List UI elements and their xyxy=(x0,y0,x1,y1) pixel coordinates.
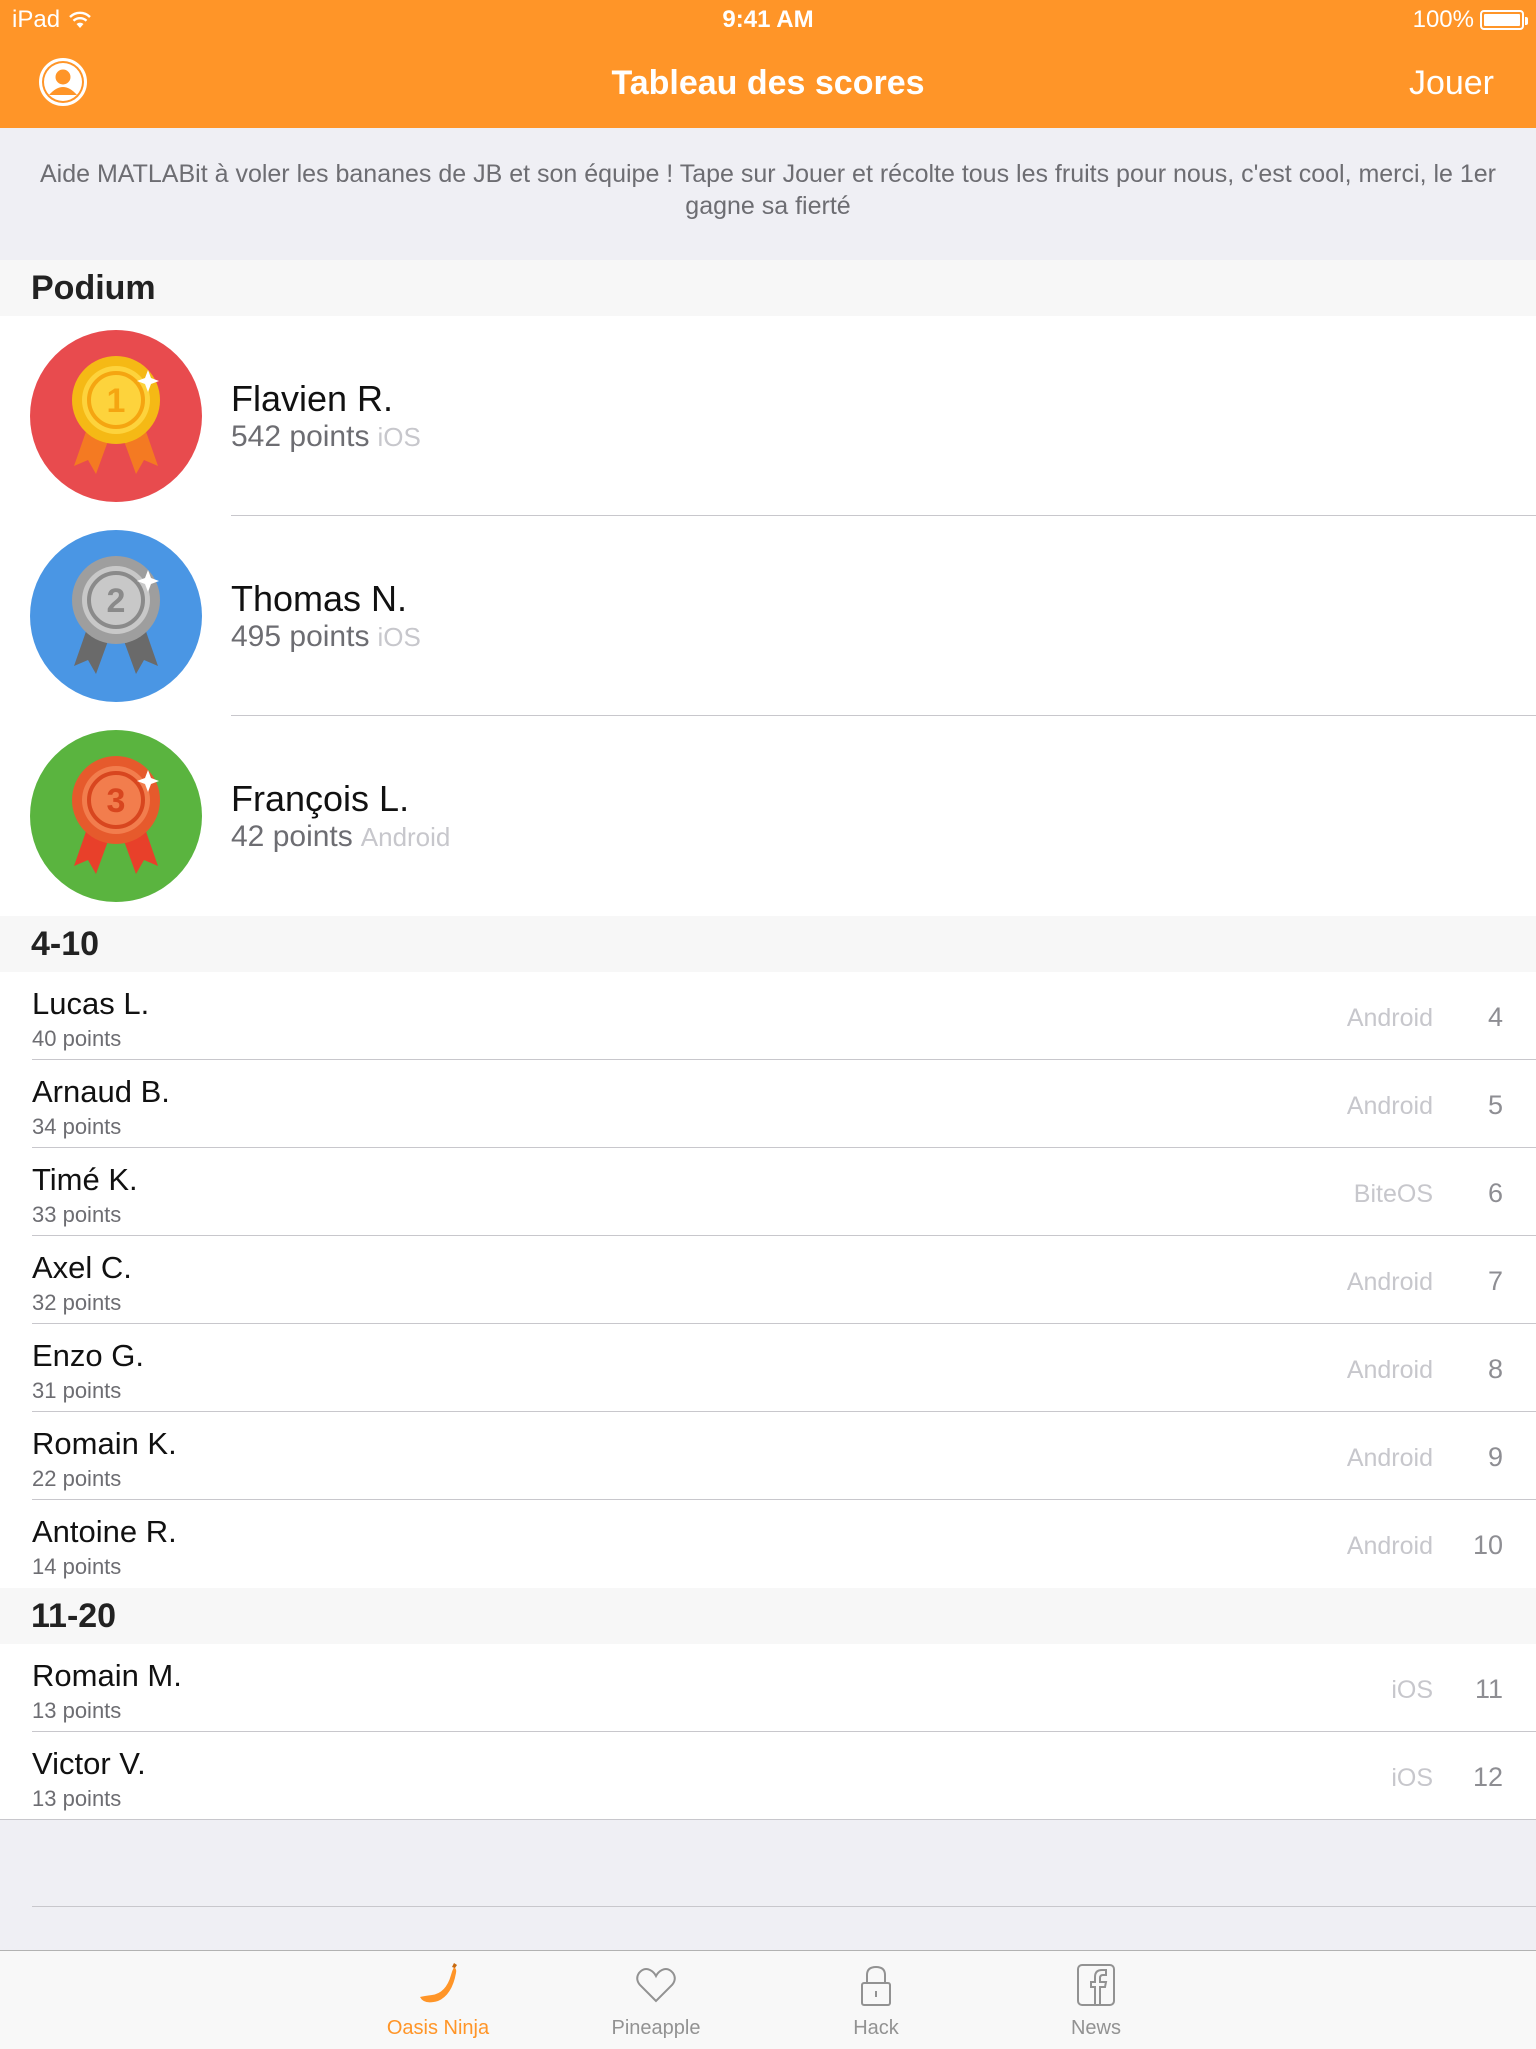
table-row[interactable]: Victor V. 13 points iOS 12 xyxy=(0,1732,1536,1820)
tab-bar: Oasis Ninja Pineapple Hack News xyxy=(0,1950,1536,2049)
navigation-header: iPad 9:41 AM 100% Tableau des scores Jou… xyxy=(0,0,1536,128)
ranking-list-11-20: Romain M. 13 points iOS 11 Victor V. 13 … xyxy=(0,1644,1536,1820)
player-platform: Android xyxy=(1346,1532,1433,1560)
podium-row-3[interactable]: 3 François L. 42 points Android xyxy=(0,716,1536,916)
svg-text:1: 1 xyxy=(107,382,126,420)
player-name: Flavien R. xyxy=(231,378,394,419)
player-rank: 6 xyxy=(1487,1178,1503,1208)
player-rank: 12 xyxy=(1472,1762,1503,1792)
banana-icon xyxy=(420,1963,457,2003)
player-points: 14 points xyxy=(32,1554,122,1579)
player-rank: 4 xyxy=(1487,1002,1503,1032)
silver-medal-icon: 2 xyxy=(30,530,202,702)
podium-list: 1 Flavien R. 542 points iOS 2 Thomas N. 4… xyxy=(0,316,1536,916)
player-rank: 7 xyxy=(1487,1266,1503,1296)
row-divider xyxy=(0,1819,1536,1820)
play-button[interactable]: Jouer xyxy=(1409,64,1494,103)
player-rank: 5 xyxy=(1487,1090,1503,1120)
player-name: Thomas N. xyxy=(231,578,408,619)
player-name: Lucas L. xyxy=(32,986,150,1021)
tab-hack[interactable]: Hack xyxy=(776,1951,976,2049)
battery-icon xyxy=(1480,10,1528,30)
player-points: 13 points xyxy=(32,1698,122,1723)
player-points: 542 points xyxy=(231,420,370,453)
player-name: Antoine R. xyxy=(32,1514,177,1549)
player-platform: Android xyxy=(1346,1444,1433,1472)
player-points-line: 542 points iOS xyxy=(231,420,421,454)
player-name: François L. xyxy=(231,778,410,819)
player-name: Timé K. xyxy=(32,1162,138,1197)
player-name: Enzo G. xyxy=(32,1338,144,1373)
gold-medal-icon: 1 xyxy=(30,330,202,502)
player-points: 33 points xyxy=(32,1202,122,1227)
svg-text:3: 3 xyxy=(107,782,126,820)
player-points: 22 points xyxy=(32,1466,122,1491)
player-points-line: 42 points Android xyxy=(231,820,450,854)
ranking-list-4-10: Lucas L. 40 points Android 4 Arnaud B. 3… xyxy=(0,972,1536,1588)
player-platform: Android xyxy=(1346,1356,1433,1384)
table-row[interactable]: Romain K. 22 points Android 9 xyxy=(0,1412,1536,1500)
table-row[interactable]: Axel C. 32 points Android 7 xyxy=(0,1236,1536,1324)
player-name: Romain M. xyxy=(32,1658,182,1693)
player-name: Arnaud B. xyxy=(32,1074,170,1109)
table-row[interactable]: Antoine R. 14 points Android 10 xyxy=(0,1500,1536,1588)
table-row[interactable]: Lucas L. 40 points Android 4 xyxy=(0,972,1536,1060)
facebook-icon xyxy=(1077,1964,1115,2006)
player-platform: iOS xyxy=(1391,1676,1433,1704)
player-points: 42 points xyxy=(231,820,353,853)
player-points: 34 points xyxy=(32,1114,122,1139)
player-platform: Android xyxy=(1346,1268,1433,1296)
player-platform: iOS xyxy=(377,422,421,452)
tab-label: Oasis Ninja xyxy=(386,2017,490,2039)
table-row[interactable]: Arnaud B. 34 points Android 5 xyxy=(0,1060,1536,1148)
player-platform: BiteOS xyxy=(1353,1180,1433,1208)
intro-text: Aide MATLABit à voler les bananes de JB … xyxy=(40,160,1496,220)
status-time: 9:41 AM xyxy=(722,6,814,33)
status-right: 100% xyxy=(1412,6,1528,34)
player-points: 32 points xyxy=(32,1290,122,1315)
divider xyxy=(32,1906,1536,1907)
tab-news[interactable]: News xyxy=(996,1951,1196,2049)
section-header-podium: Podium xyxy=(0,260,1536,316)
player-points: 495 points xyxy=(231,620,370,653)
battery-percent: 100% xyxy=(1412,6,1474,33)
player-name: Romain K. xyxy=(32,1426,177,1461)
page-title: Tableau des scores xyxy=(611,64,925,102)
player-points: 13 points xyxy=(32,1786,122,1811)
player-points-line: 495 points iOS xyxy=(231,620,421,654)
player-platform: iOS xyxy=(377,622,421,652)
tab-oasis-ninja[interactable]: Oasis Ninja xyxy=(338,1951,538,2049)
podium-row-2[interactable]: 2 Thomas N. 495 points iOS xyxy=(0,516,1536,716)
player-name: Axel C. xyxy=(32,1250,132,1285)
player-platform: Android xyxy=(1346,1092,1433,1120)
table-row[interactable]: Timé K. 33 points BiteOS 6 xyxy=(0,1148,1536,1236)
tab-pineapple[interactable]: Pineapple xyxy=(556,1951,756,2049)
player-rank: 8 xyxy=(1487,1354,1503,1384)
heart-icon xyxy=(636,1968,676,2003)
section-header-11-20: 11-20 xyxy=(0,1588,1536,1644)
podium-row-1[interactable]: 1 Flavien R. 542 points iOS xyxy=(0,316,1536,516)
bronze-medal-icon: 3 xyxy=(30,730,202,902)
table-row[interactable]: Enzo G. 31 points Android 8 xyxy=(0,1324,1536,1412)
svg-text:2: 2 xyxy=(107,582,126,620)
player-name: Victor V. xyxy=(32,1746,146,1781)
player-rank: 11 xyxy=(1474,1674,1503,1704)
table-row[interactable]: Romain M. 13 points iOS 11 xyxy=(0,1644,1536,1732)
player-rank: 9 xyxy=(1487,1442,1503,1472)
player-points: 31 points xyxy=(32,1378,122,1403)
player-points: 40 points xyxy=(32,1026,122,1051)
player-platform: Android xyxy=(1346,1004,1433,1032)
player-rank: 10 xyxy=(1472,1530,1503,1560)
player-platform: iOS xyxy=(1391,1764,1433,1792)
tab-label: Hack xyxy=(853,2017,899,2039)
player-platform: Android xyxy=(360,822,451,852)
lock-icon xyxy=(861,1965,891,2006)
tab-label: Pineapple xyxy=(611,2017,701,2039)
tab-label: News xyxy=(1070,2017,1121,2039)
section-header-4-10: 4-10 xyxy=(0,916,1536,972)
